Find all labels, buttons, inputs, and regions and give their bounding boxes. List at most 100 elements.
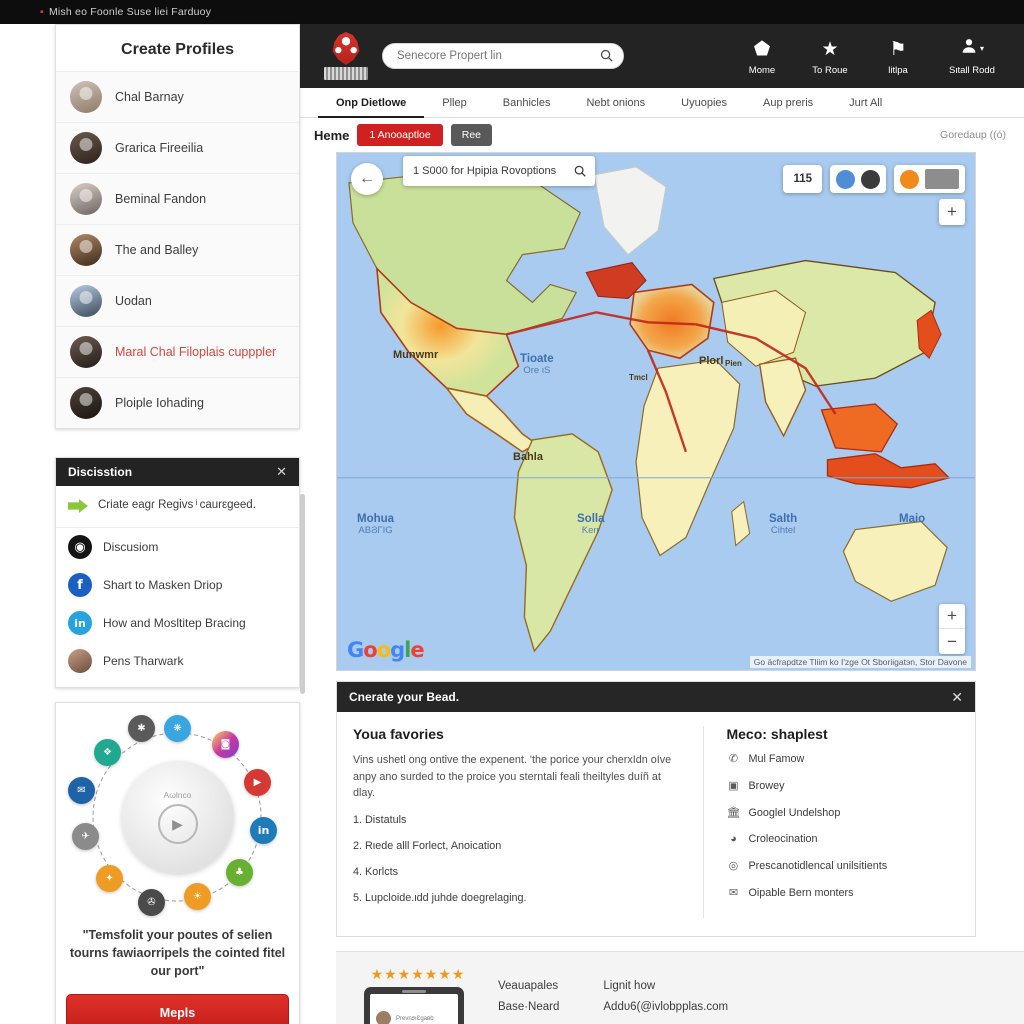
tree-node-icon[interactable]: ♣: [226, 859, 253, 886]
breadcrumb-group-count[interactable]: Goredaup ((ó): [940, 129, 1014, 141]
globe-node-icon[interactable]: ✇: [138, 889, 165, 916]
discussion-item-discussion[interactable]: ◉ Discusiom: [56, 528, 299, 566]
close-icon[interactable]: ✕: [276, 464, 287, 480]
profile-name: Beminal Fandon: [115, 191, 207, 206]
site-logo[interactable]: [322, 30, 370, 82]
tab-0[interactable]: Onp Dietlowe: [318, 88, 425, 118]
map-result-count: 115: [793, 173, 812, 185]
arrow-badge-icon: [68, 499, 88, 513]
tab-6[interactable]: Jurt All: [831, 88, 900, 118]
promo-cta-button[interactable]: Mepls: [66, 994, 289, 1024]
list-item[interactable]: Maral Chal Filoplais cupppler: [56, 326, 299, 377]
dark-node-icon[interactable]: ✱: [128, 715, 155, 742]
application-column: ⬟ Mome ★ To Roue ⚑ litlpa ▾ Sιtall Rodd: [300, 24, 1024, 1024]
crest-icon: [332, 32, 360, 65]
map-style-group[interactable]: [894, 165, 965, 193]
close-icon[interactable]: ✕: [951, 689, 963, 706]
breadcrumb-home[interactable]: Heme: [314, 128, 349, 143]
avatar: [70, 183, 102, 215]
wheel-hub[interactable]: Aωlnсo ▶: [121, 761, 234, 873]
instagram-node-icon[interactable]: ◙: [212, 731, 239, 758]
list-item[interactable]: ✉ Oipable Bern monters: [726, 886, 959, 900]
review-columns: Veauapales Base·Neard Lignit how Addυ6(@…: [498, 966, 728, 1022]
step-item: 4. Korlcts: [353, 866, 399, 879]
phone-icon: ✆: [728, 753, 739, 765]
tab-5[interactable]: Aup preris: [745, 88, 831, 118]
teal-node-icon[interactable]: ❖: [94, 739, 121, 766]
tab-4[interactable]: Uyuopies: [663, 88, 745, 118]
discussion-item-person[interactable]: Pens Tharwark: [56, 642, 299, 687]
tab-1[interactable]: Pllep: [424, 88, 484, 118]
nav-item-home[interactable]: ⬟ Mome: [736, 37, 788, 76]
blue-node-icon[interactable]: ✉: [68, 777, 95, 804]
gray-node-icon[interactable]: ✈: [72, 823, 99, 850]
list-item[interactable]: Ploiple Iohading: [56, 377, 299, 428]
style-orange-icon[interactable]: [900, 169, 919, 189]
youtube-node-icon[interactable]: ▶: [244, 769, 271, 796]
list-item[interactable]: ◕ Croleocination: [726, 833, 959, 845]
tab-bar: Onp Dietlowe Pllep Banhicles Nebt onions…: [300, 88, 1024, 118]
left-overlay-column: Create Profiles Chal Barnay Grarіca Fire…: [55, 24, 305, 1024]
map-layer-group[interactable]: [830, 165, 886, 193]
tab-3[interactable]: Nebt onions: [568, 88, 663, 118]
nav-item-account[interactable]: ▾ Sιtall Rodd: [940, 37, 1004, 76]
list-item[interactable]: The and Balley: [56, 224, 299, 275]
filter-pill-primary[interactable]: 1 Anooaptloe: [357, 124, 443, 146]
list-item[interactable]: Uodan: [56, 275, 299, 326]
profile-name: The and Balley: [115, 242, 199, 257]
discussion-note: Crіate eagɾ Regivs ͥ caurεgeed.: [56, 486, 299, 528]
profile-name: Ploiple Iohading: [115, 395, 204, 410]
sun-node-icon[interactable]: ☀: [184, 883, 211, 910]
profile-name: Maral Chal Filoplais cupppler: [115, 344, 277, 359]
review-column-two: Lignit how Addυ6(@ivlobpplas.com: [603, 980, 728, 1022]
discussion-item-linkedin[interactable]: in How and Mosltitep Bracing: [56, 604, 299, 642]
gold-node-icon[interactable]: ✦: [96, 865, 123, 892]
tab-2[interactable]: Banhicles: [485, 88, 569, 118]
link-label: Googlel Undelshop: [748, 806, 841, 819]
discussion-title: Discisstion: [68, 465, 133, 479]
map-search-query: 1 S000 for Hpipia Rovoptions: [413, 165, 557, 177]
list-item[interactable]: ✆ Mul Famow: [726, 752, 959, 766]
zoom-in-button[interactable]: +: [939, 604, 965, 629]
search-icon[interactable]: [573, 164, 587, 178]
list-item[interactable]: Beminal Fandon: [56, 173, 299, 224]
style-satellite-thumb[interactable]: [925, 169, 959, 189]
list-item[interactable]: 🏛 Googlel Undelshop: [726, 806, 959, 820]
list-item[interactable]: ▣ Browey: [726, 779, 959, 793]
google-logo: Google: [347, 638, 425, 662]
discussion-card: Discisstion ✕ Crіate eagɾ Regivs ͥ caurε…: [55, 457, 305, 694]
layer-globe-icon[interactable]: [861, 169, 880, 189]
discussion-item-facebook[interactable]: f Shart to Masken Driop: [56, 566, 299, 604]
list-item[interactable]: Grarіca Fireeilia: [56, 122, 299, 173]
promo-card: Aωlnсo ▶ ❋ ◙ ▶ in ♣ ☀ ✇ ✦ ✈ ✉ ❖ ✱ "Temsf…: [55, 702, 300, 1024]
linkedin-node-icon[interactable]: in: [250, 817, 277, 844]
twitter-node-icon[interactable]: ❋: [164, 715, 191, 742]
review-field: Veauapales: [498, 980, 559, 993]
star-rating: ★★★★★★★: [370, 966, 466, 983]
map-add-button[interactable]: +: [939, 199, 965, 225]
scrollbar[interactable]: [300, 494, 305, 694]
zoom-out-button[interactable]: −: [939, 629, 965, 654]
browser-icon: ▣: [728, 780, 739, 792]
list-item[interactable]: Chal Barnay: [56, 71, 299, 122]
review-field[interactable]: Addυ6(@ivlobpplas.com: [603, 1001, 728, 1013]
search-input[interactable]: [382, 43, 624, 69]
os-title-bar: ▪ Mish eo Foonle Suse liei Farduoy: [0, 0, 1024, 24]
layer-blue-icon[interactable]: [836, 169, 855, 189]
search-icon[interactable]: [599, 48, 614, 63]
map-counter-group[interactable]: 115: [783, 165, 822, 193]
os-title-text: Mish eo Foonle Suse liei Farduoy: [48, 6, 212, 18]
avatar: [376, 1010, 391, 1024]
nav-item-favorites[interactable]: ★ To Roue: [804, 37, 856, 76]
play-icon[interactable]: ▶: [157, 804, 198, 844]
map-zoom-control: + −: [939, 604, 965, 654]
map-search-bar[interactable]: 1 S000 for Hpipia Rovoptions: [403, 156, 595, 186]
filter-pill-secondary[interactable]: Ree: [450, 124, 492, 146]
nav-item-flag[interactable]: ⚑ litlpa: [872, 37, 924, 76]
map-canvas[interactable]: ← 1 S000 for Hpipia Rovoptions 115 + Tio…: [336, 152, 976, 671]
avatar: [70, 285, 102, 317]
map-back-button[interactable]: ←: [351, 163, 383, 195]
list-item[interactable]: ◎ Prescanotidlencal unilsitients: [726, 859, 959, 873]
info-panel-left-column: Youa favories Vins ushetl ong ontive the…: [353, 726, 705, 919]
review-field: Base·Neard: [498, 1001, 560, 1014]
